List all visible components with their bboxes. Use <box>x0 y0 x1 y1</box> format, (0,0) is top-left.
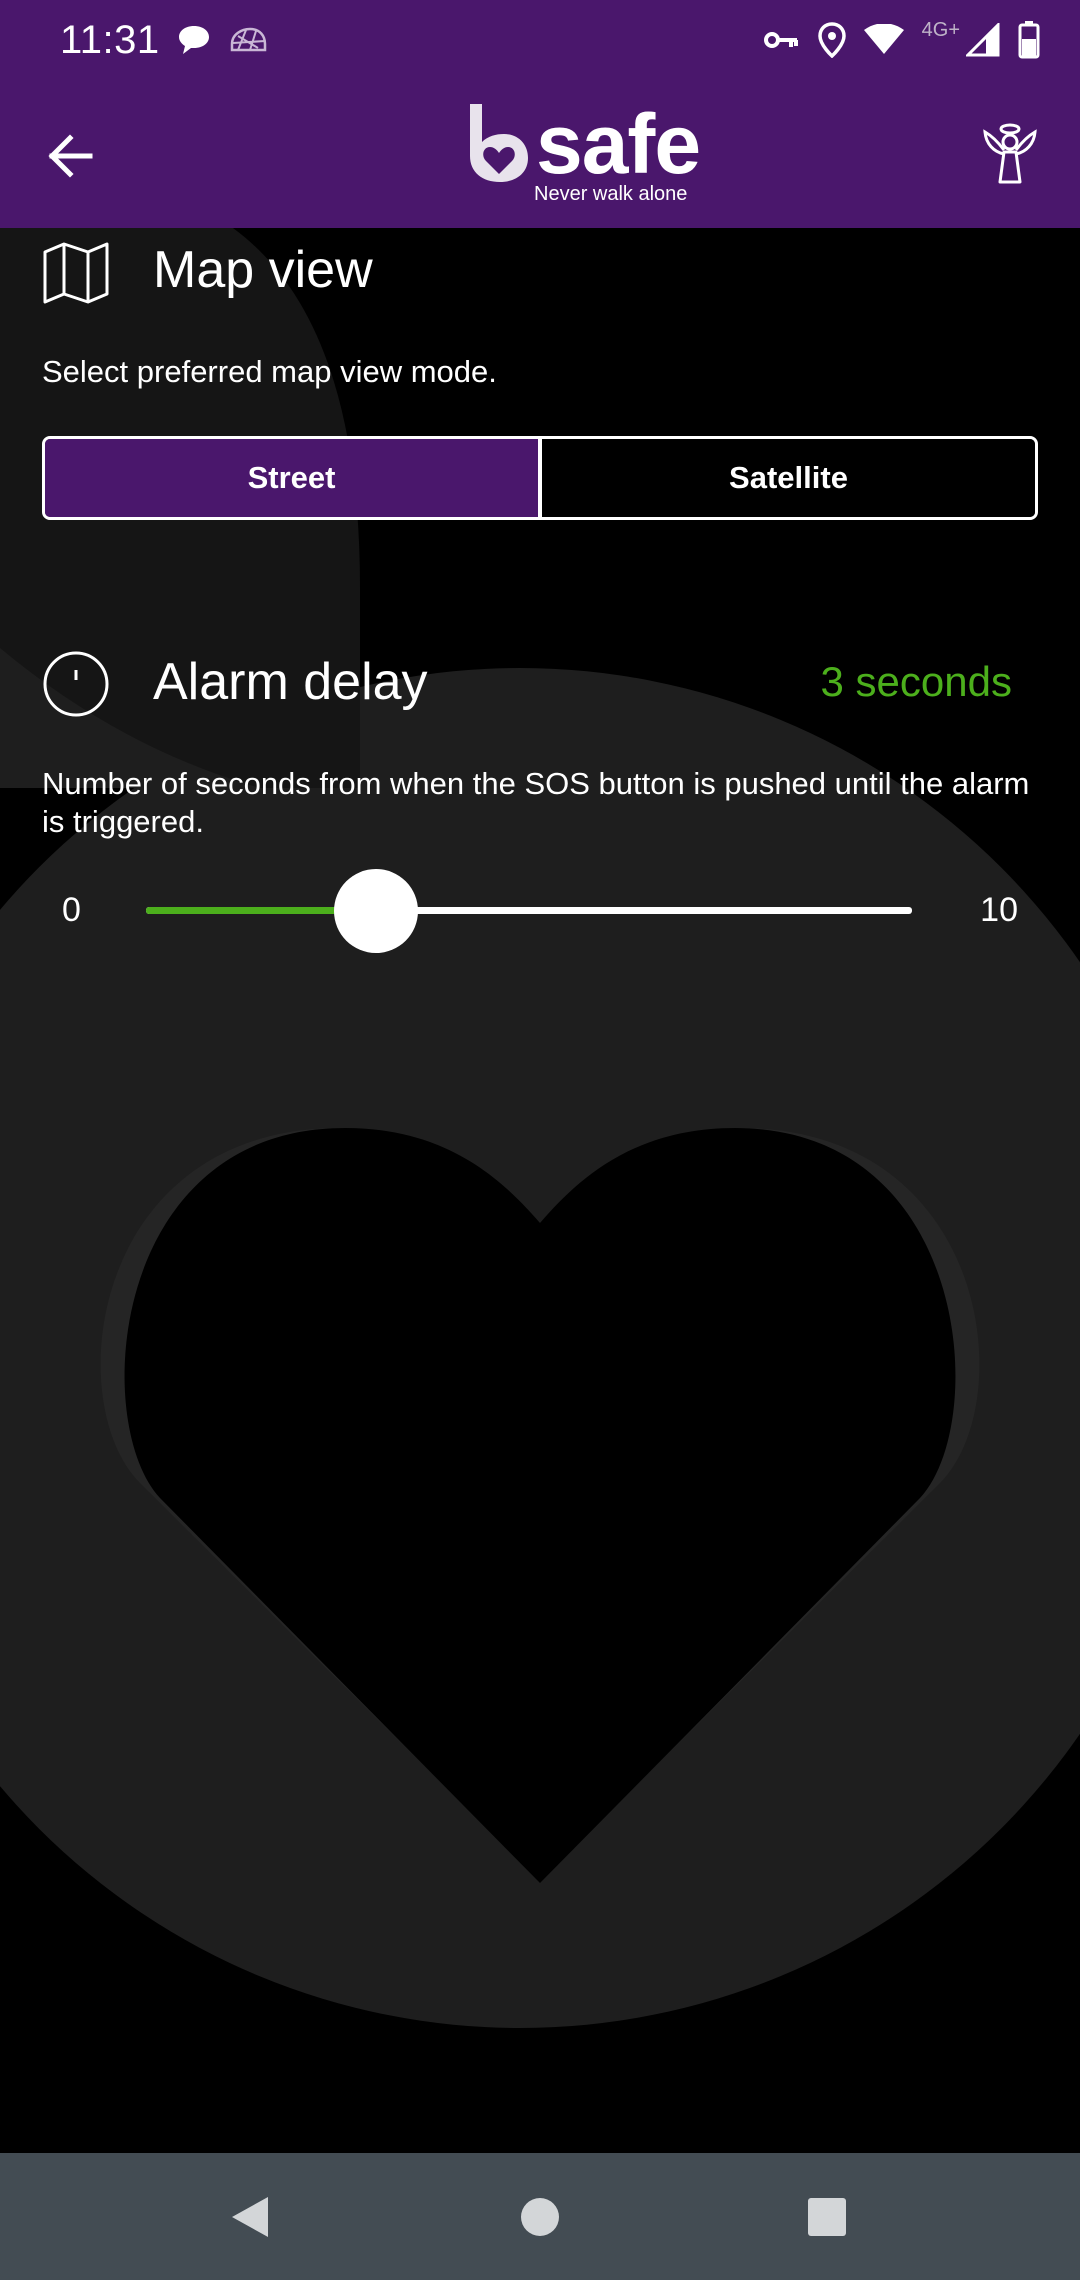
slider-max-label: 10 <box>980 891 1018 929</box>
map-view-description: Select preferred map view mode. <box>42 354 497 389</box>
slider-track[interactable] <box>146 869 912 953</box>
recents-square-icon <box>808 2198 846 2236</box>
cell-signal-icon <box>966 23 1000 57</box>
alarm-delay-value: 3 seconds <box>820 658 1012 705</box>
timer-icon <box>43 651 109 717</box>
satellite-option-button[interactable]: Satellite <box>542 439 1035 517</box>
back-button[interactable] <box>28 114 112 198</box>
app-bar: safe Never walk alone <box>0 80 1080 228</box>
bsafe-logo-mark-icon <box>470 104 528 182</box>
alarm-delay-description: Number of seconds from when the SOS butt… <box>42 766 1030 839</box>
slider-min-label: 0 <box>62 891 81 929</box>
status-notification-icons <box>176 20 268 60</box>
status-bar: 11:31 4G+ <box>0 0 1080 80</box>
status-system-icons: 4G+ <box>763 18 1040 62</box>
screen: 11:31 4G+ safe Never walk alone Map view… <box>0 0 1080 2280</box>
vpn-key-icon <box>763 29 800 51</box>
wifi-icon <box>863 24 904 56</box>
guardian-button[interactable] <box>968 112 1052 196</box>
mesh-notification-icon <box>228 26 268 54</box>
nav-home-button[interactable] <box>498 2175 582 2259</box>
street-option-button[interactable]: Street <box>45 439 538 517</box>
nav-back-button[interactable] <box>208 2175 292 2259</box>
back-triangle-icon <box>232 2197 268 2237</box>
logo-wordmark: safe <box>536 97 701 191</box>
alarm-delay-header: Alarm delay 3 seconds <box>42 644 1038 724</box>
battery-icon <box>1018 21 1040 59</box>
arrow-back-icon <box>48 134 93 178</box>
home-circle-icon <box>521 2198 559 2236</box>
alarm-delay-title: Alarm delay <box>153 653 428 711</box>
angel-icon <box>983 123 1037 184</box>
logo-tagline: Never walk alone <box>534 183 688 205</box>
nav-recents-button[interactable] <box>785 2175 869 2259</box>
status-time: 11:31 <box>60 18 160 62</box>
slider-thumb[interactable] <box>333 869 418 953</box>
alarm-delay-slider: 0 10 <box>42 868 1038 953</box>
map-view-header: Map view <box>42 232 1038 312</box>
bsafe-logo: safe Never walk alone <box>466 97 706 208</box>
map-mode-selector: Street Satellite <box>42 436 1038 520</box>
system-nav-bar <box>0 2153 1080 2280</box>
map-view-title: Map view <box>153 241 373 299</box>
chat-bubble-icon <box>176 23 212 57</box>
location-pin-icon <box>817 22 846 58</box>
network-type-label: 4G+ <box>921 18 960 41</box>
map-icon <box>43 242 109 304</box>
